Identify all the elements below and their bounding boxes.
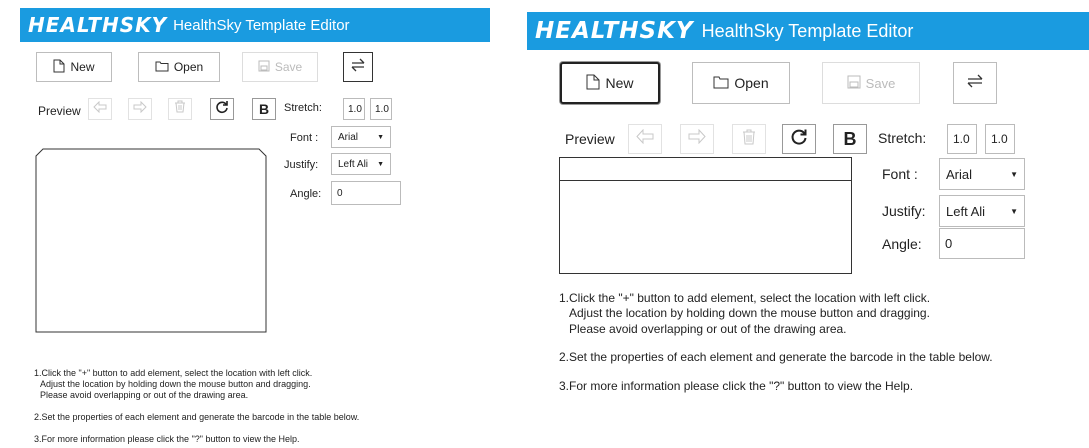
open-button-label: Open [173, 60, 204, 74]
editor-panel-small: HEALTHSKY HealthSky Template Editor New … [20, 8, 490, 448]
brand-logo: HEALTHSKY [28, 13, 168, 37]
window-title: HealthSky Template Editor [701, 20, 914, 41]
refresh-icon [790, 128, 808, 151]
instruction-step1-detail: Adjust the location by holding down the … [569, 306, 930, 320]
stretch-y-value: 1.0 [375, 103, 389, 115]
new-button[interactable]: New [36, 52, 112, 82]
open-button-label: Open [734, 75, 769, 91]
new-button[interactable]: New [560, 62, 660, 104]
font-label: Font : [290, 132, 319, 144]
font-value: Arial [338, 131, 359, 143]
drawing-area[interactable] [559, 157, 852, 274]
undo-button[interactable] [628, 124, 662, 154]
justify-value: Left Ali [946, 203, 986, 219]
angle-input[interactable]: 0 [939, 228, 1025, 259]
stretch-label: Stretch: [878, 130, 927, 146]
drawing-area[interactable] [35, 148, 267, 333]
save-icon [258, 60, 270, 75]
stretch-x-value: 1.0 [348, 103, 362, 115]
stretch-x-input[interactable]: 1.0 [343, 98, 365, 120]
font-select[interactable]: Arial ▼ [331, 126, 391, 148]
folder-icon [155, 60, 169, 75]
swap-icon [350, 58, 366, 77]
trash-icon [742, 129, 756, 150]
refresh-button[interactable] [210, 98, 234, 120]
new-file-icon [53, 59, 65, 76]
chevron-down-icon: ▼ [377, 160, 384, 168]
instruction-step1-detail: Adjust the location by holding down the … [40, 379, 311, 389]
open-button[interactable]: Open [138, 52, 220, 82]
delete-button[interactable] [732, 124, 766, 154]
save-button[interactable]: Save [822, 62, 920, 104]
justify-value: Left Ali [338, 158, 369, 170]
instruction-step1-note: Please avoid overlapping or out of the d… [40, 390, 249, 400]
angle-label: Angle: [290, 188, 322, 200]
justify-label: Justify: [284, 159, 319, 171]
chevron-down-icon: ▼ [377, 133, 384, 141]
chevron-down-icon: ▼ [1010, 169, 1018, 179]
trash-icon [174, 100, 186, 118]
save-button-label: Save [865, 75, 896, 91]
swap-button[interactable] [343, 52, 373, 82]
justify-label: Justify: [882, 203, 926, 219]
stretch-y-input[interactable]: 1.0 [370, 98, 392, 120]
open-button[interactable]: Open [692, 62, 790, 104]
bold-button-label: B [258, 101, 270, 117]
undo-icon [93, 100, 107, 118]
redo-icon [133, 100, 147, 118]
stretch-x-value: 1.0 [953, 132, 970, 146]
preview-label: Preview [38, 104, 81, 118]
undo-button[interactable] [88, 98, 112, 120]
refresh-icon [215, 100, 229, 119]
angle-value: 0 [337, 187, 343, 199]
save-button[interactable]: Save [242, 52, 318, 82]
instruction-step1: 1.Click the "+" button to add element, s… [559, 291, 931, 305]
save-button-label: Save [274, 60, 303, 74]
redo-icon [688, 128, 706, 149]
brand-logo: HEALTHSKY [535, 18, 694, 44]
refresh-button[interactable] [782, 124, 816, 154]
redo-button[interactable] [680, 124, 714, 154]
font-select[interactable]: Arial ▼ [939, 158, 1025, 190]
new-button-label: New [605, 75, 634, 91]
stretch-x-input[interactable]: 1.0 [947, 124, 977, 154]
justify-select[interactable]: Left Ali ▼ [331, 153, 391, 175]
delete-button[interactable] [168, 98, 192, 120]
angle-value: 0 [945, 236, 953, 251]
redo-button[interactable] [128, 98, 152, 120]
font-value: Arial [946, 166, 973, 182]
new-button-label: New [70, 60, 95, 74]
stretch-y-value: 1.0 [991, 132, 1008, 146]
instruction-step1-note: Please avoid overlapping or out of the d… [569, 322, 847, 336]
new-file-icon [586, 74, 600, 93]
instruction-step3: 3.For more information please click the … [559, 379, 914, 393]
font-label: Font : [882, 166, 918, 182]
instruction-step1: 1.Click the "+" button to add element, s… [34, 368, 313, 378]
save-icon [847, 75, 861, 92]
angle-input[interactable]: 0 [331, 181, 401, 205]
chevron-down-icon: ▼ [1010, 206, 1018, 216]
editor-panel-large: HEALTHSKY HealthSky Template Editor New … [527, 12, 1089, 402]
folder-icon [713, 75, 729, 92]
angle-label: Angle: [882, 236, 922, 252]
stretch-label: Stretch: [284, 102, 322, 114]
preview-label: Preview [565, 131, 615, 147]
bold-button[interactable]: B [833, 124, 867, 154]
bold-button[interactable]: B [252, 98, 276, 120]
swap-button[interactable] [953, 62, 997, 104]
title-bar: HEALTHSKY HealthSky Template Editor [20, 8, 490, 42]
instruction-step2: 2.Set the properties of each element and… [34, 412, 360, 422]
instruction-step3: 3.For more information please click the … [34, 434, 300, 444]
drawing-area-divider [560, 180, 851, 181]
instruction-step2: 2.Set the properties of each element and… [559, 350, 993, 364]
swap-icon [966, 73, 984, 94]
title-bar: HEALTHSKY HealthSky Template Editor [527, 12, 1089, 50]
justify-select[interactable]: Left Ali ▼ [939, 195, 1025, 227]
window-title: HealthSky Template Editor [173, 16, 350, 34]
undo-icon [636, 128, 654, 149]
stretch-y-input[interactable]: 1.0 [985, 124, 1015, 154]
bold-button-label: B [843, 128, 857, 149]
